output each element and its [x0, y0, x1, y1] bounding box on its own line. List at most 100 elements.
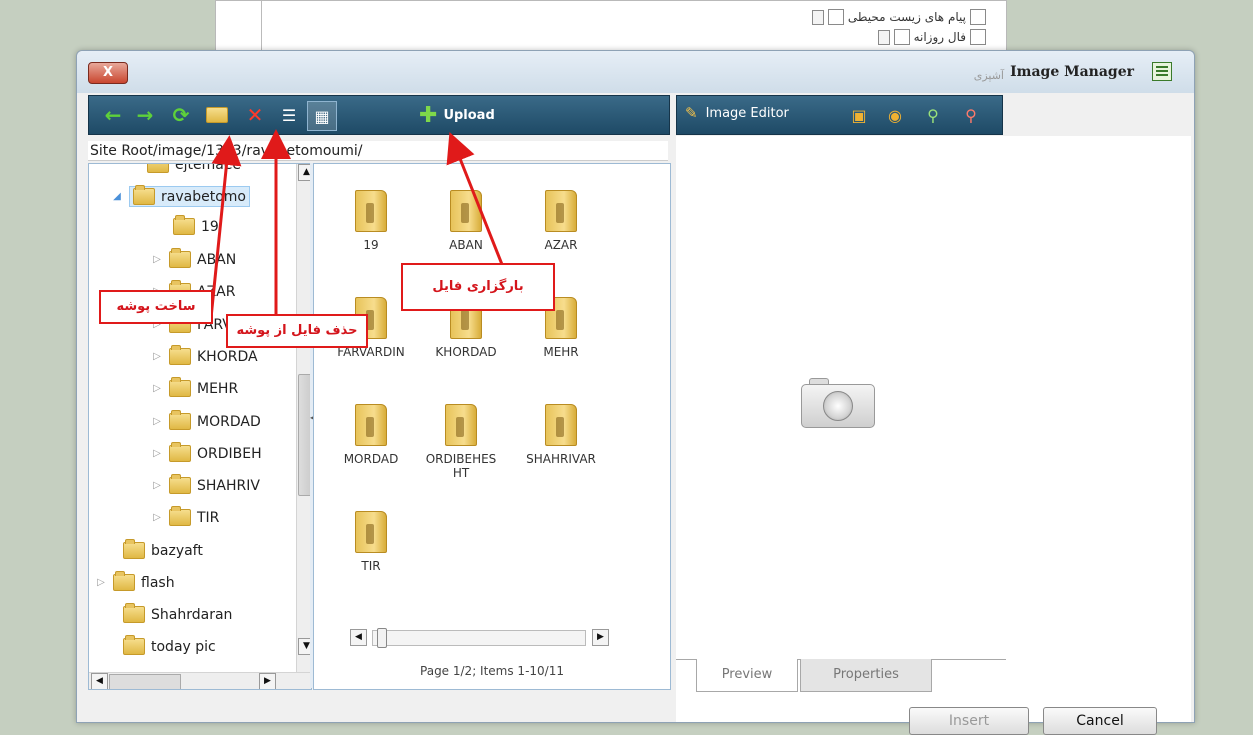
folder-thumbnail[interactable]: SHAHRIVAR	[516, 404, 606, 466]
tree-item[interactable]: ▷ MORDAD	[151, 410, 261, 430]
document-icon	[811, 9, 824, 25]
insert-button[interactable]: Insert	[909, 707, 1029, 735]
tree-item[interactable]: ▷ MEHR	[151, 377, 238, 397]
annotation-new-folder: ساخت پوشه	[99, 290, 213, 324]
slider-track[interactable]	[372, 628, 586, 648]
tree-horizontal-scrollbar[interactable]: ◀ ▶	[89, 672, 311, 689]
tree-item[interactable]: ▷ flash	[95, 571, 175, 591]
back-icon[interactable]: ←	[99, 101, 127, 129]
tab-properties[interactable]: Properties	[800, 659, 932, 692]
tree-item[interactable]: bazyaft	[123, 539, 203, 559]
folder-icon	[169, 442, 191, 462]
prev-page-icon[interactable]: ◀	[350, 629, 367, 646]
cancel-button[interactable]: Cancel	[1043, 707, 1157, 735]
tree-item[interactable]: today pic	[123, 635, 216, 655]
expanded-arrow-icon[interactable]: ◢	[111, 191, 123, 202]
file-thumbnail-grid: 19 ABAN AZAR FARVARDIN KHORDAD MEHR MORD…	[313, 163, 671, 690]
folder-icon	[123, 635, 145, 655]
checkbox-icon	[970, 29, 986, 45]
page-slider[interactable]: ◀ ▶	[350, 627, 610, 648]
upload-button[interactable]: ✚ Upload	[419, 101, 495, 129]
path-breadcrumb: Site Root/image/1393/ravabetomoumi/	[88, 141, 668, 161]
folder-icon	[169, 410, 191, 430]
tree-item[interactable]: ▷ TIR	[151, 506, 219, 526]
zoom-in-icon[interactable]: ⚲	[919, 101, 947, 129]
fit-image-icon[interactable]: ▣	[845, 101, 873, 129]
forward-icon[interactable]: →	[131, 101, 159, 129]
close-button[interactable]: X	[88, 62, 128, 84]
collapsed-arrow-icon[interactable]: ▷	[151, 480, 163, 491]
tree-item[interactable]: ejtemaee	[147, 164, 241, 173]
next-page-icon[interactable]: ▶	[592, 629, 609, 646]
image-editor-label: Image Editor	[705, 105, 789, 121]
collapsed-arrow-icon[interactable]: ▷	[151, 448, 163, 459]
bg-item-label: فال روزانه	[913, 30, 966, 44]
delete-icon[interactable]: ✕	[241, 101, 269, 129]
tree-item[interactable]: ▷ ABAN	[151, 248, 236, 268]
upload-icon: ✚	[419, 102, 438, 128]
scroll-left-icon[interactable]: ◀	[91, 673, 108, 689]
tree-item[interactable]: ▷ ORDIBEH	[151, 442, 262, 462]
upload-label: Upload	[443, 107, 495, 123]
thumbnail-view-icon[interactable]: ▦	[307, 101, 337, 131]
bg-list-item: پیام های زیست محیطی	[811, 9, 986, 25]
collapsed-arrow-icon[interactable]: ▷	[95, 577, 107, 588]
preview-panel: Preview Properties	[676, 136, 1191, 722]
image-editor-icon: ✎	[685, 104, 698, 122]
refresh-icon[interactable]: ⟳	[167, 101, 195, 129]
collapsed-arrow-icon[interactable]: ▷	[151, 416, 163, 427]
new-folder-icon[interactable]	[203, 101, 231, 129]
tree-item[interactable]: Shahrdaran	[123, 603, 232, 623]
folder-icon	[113, 571, 135, 591]
collapsed-arrow-icon[interactable]: ▷	[151, 512, 163, 523]
folder-thumbnail[interactable]: TIR	[326, 511, 416, 573]
folder-icon	[123, 539, 145, 559]
scroll-thumb[interactable]	[109, 674, 181, 689]
folder-thumbnail[interactable]: 19	[326, 190, 416, 252]
folder-icon	[169, 345, 191, 365]
zoom-out-icon[interactable]: ⚲	[957, 101, 985, 129]
image-toolbar: ✎ Image Editor ▣ ◉ ⚲ ⚲	[676, 95, 1003, 135]
folder-icon	[355, 511, 387, 553]
collapsed-arrow-icon[interactable]: ▷	[151, 254, 163, 265]
folder-icon	[450, 190, 482, 232]
document-icon	[877, 29, 890, 45]
collapsed-arrow-icon[interactable]: ▷	[151, 351, 163, 362]
title-bar: X آشپزی Image Manager	[77, 51, 1194, 93]
tree-item[interactable]: ▷ SHAHRIV	[151, 474, 260, 494]
checkbox-icon	[970, 9, 986, 25]
folder-icon	[173, 215, 195, 235]
image-manager-window: X آشپزی Image Manager ← → ⟳ ✕ ☰ ▦ ✚ Uplo…	[76, 50, 1195, 723]
bg-item-ghost: آشپزی	[973, 69, 1004, 82]
actual-size-icon[interactable]: ◉	[881, 101, 909, 129]
file-toolbar: ← → ⟳ ✕ ☰ ▦ ✚ Upload	[88, 95, 670, 135]
folder-icon	[123, 603, 145, 623]
folder-thumbnail[interactable]: MORDAD	[326, 404, 416, 466]
image-editor-button[interactable]: ✎ Image Editor	[685, 104, 789, 122]
folder-icon	[445, 404, 477, 446]
folder-icon	[355, 190, 387, 232]
window-icon	[1152, 62, 1172, 81]
folder-thumbnail[interactable]: ORDIBEHES HT	[421, 404, 501, 480]
tree-item[interactable]: ▷ KHORDA	[151, 345, 258, 365]
bg-item-label: پیام های زیست محیطی	[847, 10, 966, 24]
folder-thumbnail[interactable]: AZAR	[516, 190, 606, 252]
folder-icon	[147, 164, 169, 173]
window-title: Image Manager	[1010, 64, 1134, 80]
slider-thumb[interactable]	[377, 628, 387, 648]
paging-status: Page 1/2; Items 1-10/11	[420, 664, 564, 678]
annotation-delete: حذف فایل از پوشه	[226, 314, 368, 348]
collapsed-arrow-icon[interactable]: ▷	[151, 383, 163, 394]
folder-icon	[355, 404, 387, 446]
annotation-upload: بارگزاری فایل	[401, 263, 555, 311]
folder-thumbnail[interactable]: ABAN	[421, 190, 511, 252]
checkbox-icon	[893, 29, 910, 45]
folder-icon	[545, 190, 577, 232]
tab-preview[interactable]: Preview	[696, 659, 798, 692]
list-view-icon[interactable]: ☰	[275, 101, 303, 129]
folder-icon	[169, 506, 191, 526]
tree-item[interactable]: 19	[173, 215, 219, 235]
scroll-right-icon[interactable]: ▶	[259, 673, 276, 689]
tree-item-selected[interactable]: ◢ ravabetomo	[111, 185, 250, 207]
folder-icon	[169, 248, 191, 268]
